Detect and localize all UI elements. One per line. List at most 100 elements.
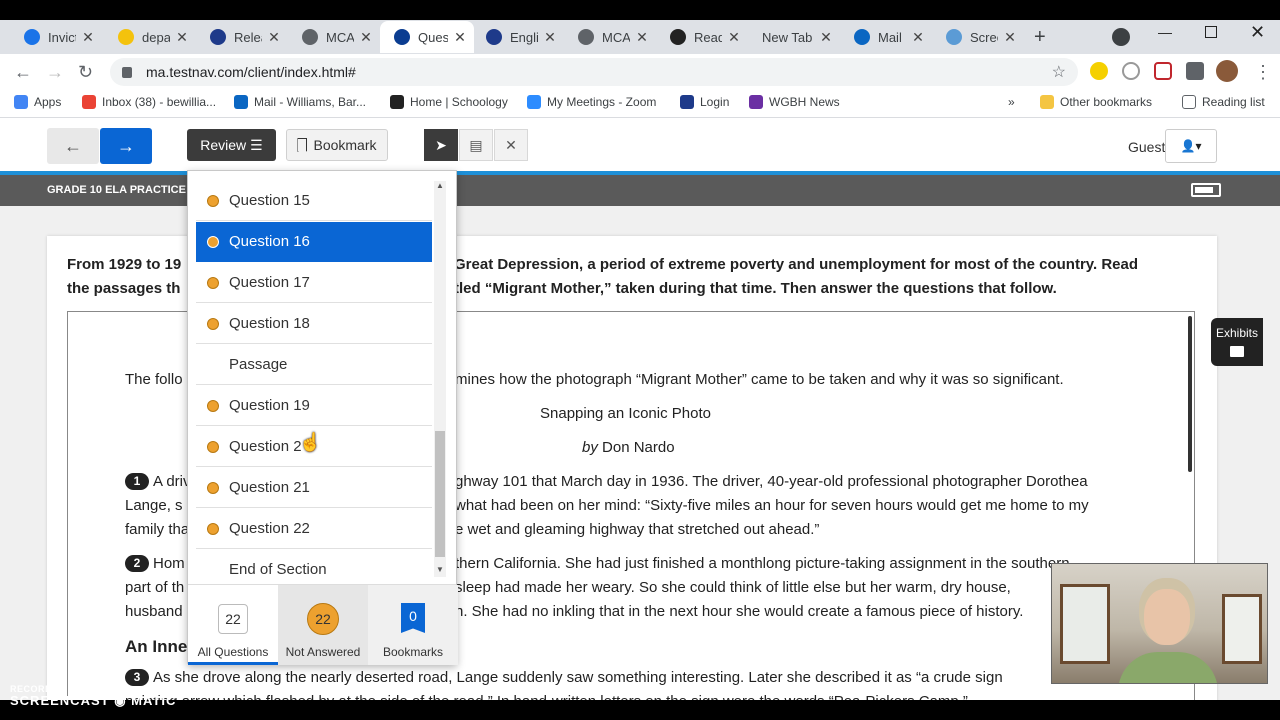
forward-arrow-icon[interactable]: →	[46, 62, 64, 83]
bookmark-icon	[297, 138, 308, 152]
browser-menu-icon[interactable]: ⋮	[1254, 62, 1272, 83]
all-questions-count: 22	[218, 604, 248, 634]
zoom-icon	[527, 95, 541, 109]
extension-search-icon[interactable]	[1090, 62, 1108, 80]
review-list-item[interactable]: Passage	[196, 345, 432, 385]
mouse-cursor-icon: ☝	[299, 432, 322, 452]
window-restore-icon[interactable]	[1205, 26, 1217, 38]
previous-button[interactable]: ←	[47, 128, 99, 164]
other-bookmarks-label: Other bookmarks	[1060, 95, 1153, 109]
tab-title: MCA	[326, 29, 354, 45]
filter-not-answered[interactable]: 22 Not Answered	[278, 585, 368, 665]
scroll-down-icon[interactable]: ▼	[436, 565, 444, 574]
bookmark-star-icon[interactable]: ☆	[1052, 62, 1066, 82]
filter-all-questions[interactable]: 22 All Questions	[188, 585, 278, 665]
browser-tab-8[interactable]: New Tab ✕	[748, 22, 840, 52]
tab-close-icon[interactable]: ✕	[358, 29, 374, 46]
bookmark-item-4[interactable]: My Meetings - Zoom	[527, 95, 656, 109]
tab-close-icon[interactable]: ✕	[1002, 29, 1018, 46]
tab-close-icon[interactable]: ✕	[80, 29, 96, 46]
review-list-item[interactable]: End of Section	[196, 550, 432, 581]
apps-grid-icon	[14, 95, 28, 109]
bookmark-button[interactable]: Bookmark	[286, 129, 388, 161]
browser-navbar: ← → ↻ ma.testnav.com/client/index.html# …	[0, 54, 1280, 90]
new-tab-plus-icon[interactable]: +	[1034, 26, 1046, 49]
tab-close-icon[interactable]: ✕	[542, 29, 558, 46]
paragraph-2-line2-right: sleep had made her weary. So she could t…	[455, 579, 1011, 596]
intro-line1-left: From 1929 to 19	[67, 256, 182, 273]
bookmark-item-5[interactable]: Login	[680, 95, 729, 109]
paragraph-1-line2-right: what had been on her mind: “Sixty-five m…	[455, 497, 1089, 514]
tab-close-icon[interactable]: ✕	[634, 29, 650, 46]
tab-close-icon[interactable]: ✕	[266, 29, 282, 46]
browser-tab-1[interactable]: depa ✕	[104, 22, 196, 52]
list-icon: ☰	[250, 136, 263, 153]
review-list-item[interactable]: Question 19	[196, 386, 432, 426]
reload-icon[interactable]: ↻	[78, 62, 93, 83]
browser-tab-6[interactable]: MCA ✕	[564, 22, 656, 52]
tab-title: Read	[694, 29, 722, 45]
notepad-tool-icon[interactable]: ▤	[459, 129, 493, 161]
scroll-up-icon[interactable]: ▲	[436, 181, 444, 190]
tab-close-icon[interactable]: ✕	[174, 29, 190, 46]
user-menu-button[interactable]: 👤▾	[1165, 129, 1217, 163]
passage-scrollbar[interactable]	[1188, 316, 1192, 472]
browser-tab-10[interactable]: Scree✕	[932, 22, 1024, 52]
bookmark-item-3[interactable]: Home | Schoology	[390, 95, 508, 109]
exhibits-button[interactable]: Exhibits	[1211, 318, 1263, 366]
passage-byline: by Don Nardo	[582, 436, 675, 460]
review-list-item[interactable]: Question 22	[196, 509, 432, 549]
p3-l1-text: As she drove along the nearly deserted r…	[153, 669, 1003, 686]
tab-search-icon[interactable]	[1112, 28, 1130, 46]
window-close-icon[interactable]: ✕	[1250, 22, 1265, 43]
address-bar[interactable]: ma.testnav.com/client/index.html# ☆	[110, 58, 1078, 86]
extension-circle-icon[interactable]	[1122, 62, 1140, 80]
filter-bookmarks[interactable]: 0 Bookmarks	[368, 585, 458, 665]
review-list-item[interactable]: Question 21	[196, 468, 432, 508]
extensions-puzzle-icon[interactable]	[1186, 62, 1204, 80]
bookmark-item-2[interactable]: Mail - Williams, Bar...	[234, 95, 366, 109]
tab-title: Scree	[970, 29, 998, 45]
pointer-tool-icon[interactable]: ➤	[424, 129, 458, 161]
review-list-item[interactable]: Question 16	[196, 222, 432, 262]
review-button[interactable]: Review ☰	[187, 129, 276, 161]
reading-list[interactable]: Reading list	[1182, 95, 1265, 109]
next-button[interactable]: →	[100, 128, 152, 164]
review-item-label: End of Section	[229, 561, 327, 578]
not-answered-dot-icon	[207, 440, 219, 453]
browser-tab-9[interactable]: Mail ✕	[840, 22, 932, 52]
tab-favicon-icon	[210, 29, 226, 45]
extension-shield-icon[interactable]	[1154, 62, 1172, 80]
tab-close-icon[interactable]: ✕	[818, 29, 834, 46]
tab-close-icon[interactable]: ✕	[910, 29, 926, 46]
question-list-scroll-thumb[interactable]	[435, 431, 445, 557]
paragraph-2-line2-left: part of th	[125, 579, 185, 596]
browser-tab-2[interactable]: Relea✕	[196, 22, 288, 52]
back-arrow-icon[interactable]: ←	[14, 62, 32, 83]
tab-close-icon[interactable]: ✕	[452, 29, 468, 46]
tab-title: Ques	[418, 29, 448, 45]
arrow-right-icon: →	[117, 135, 135, 156]
tab-title: Invict	[48, 29, 76, 45]
browser-tab-4[interactable]: Ques ✕	[380, 21, 474, 53]
other-bookmarks[interactable]: Other bookmarks	[1040, 95, 1152, 109]
review-item-label: Question 16	[229, 233, 310, 250]
browser-tab-7[interactable]: Read ✕	[656, 22, 748, 52]
answer-eliminator-icon[interactable]: ✕	[494, 129, 528, 161]
tab-close-icon[interactable]: ✕	[726, 29, 742, 46]
review-item-label: Question 17	[229, 274, 310, 291]
test-name: GRADE 10 ELA PRACTICE	[47, 184, 186, 196]
tab-title: MCA	[602, 29, 630, 45]
browser-tab-5[interactable]: Engli ✕	[472, 22, 564, 52]
browser-tab-3[interactable]: MCA ✕	[288, 22, 380, 52]
profile-avatar[interactable]	[1216, 60, 1238, 82]
bookmark-item-1[interactable]: Inbox (38) - bewillia...	[82, 95, 216, 109]
review-list-item[interactable]: Question 18	[196, 304, 432, 344]
review-list-item[interactable]: Question 15	[196, 181, 432, 221]
bookmark-item-6[interactable]: WGBH News	[749, 95, 840, 109]
window-minimize-icon[interactable]: —	[1158, 24, 1172, 40]
review-list-item[interactable]: Question 17	[196, 263, 432, 303]
browser-tab-0[interactable]: Invict ✕	[10, 22, 102, 52]
bookmark-item-0[interactable]: Apps	[14, 95, 61, 109]
bookmarks-overflow-icon[interactable]: »	[1008, 95, 1015, 109]
